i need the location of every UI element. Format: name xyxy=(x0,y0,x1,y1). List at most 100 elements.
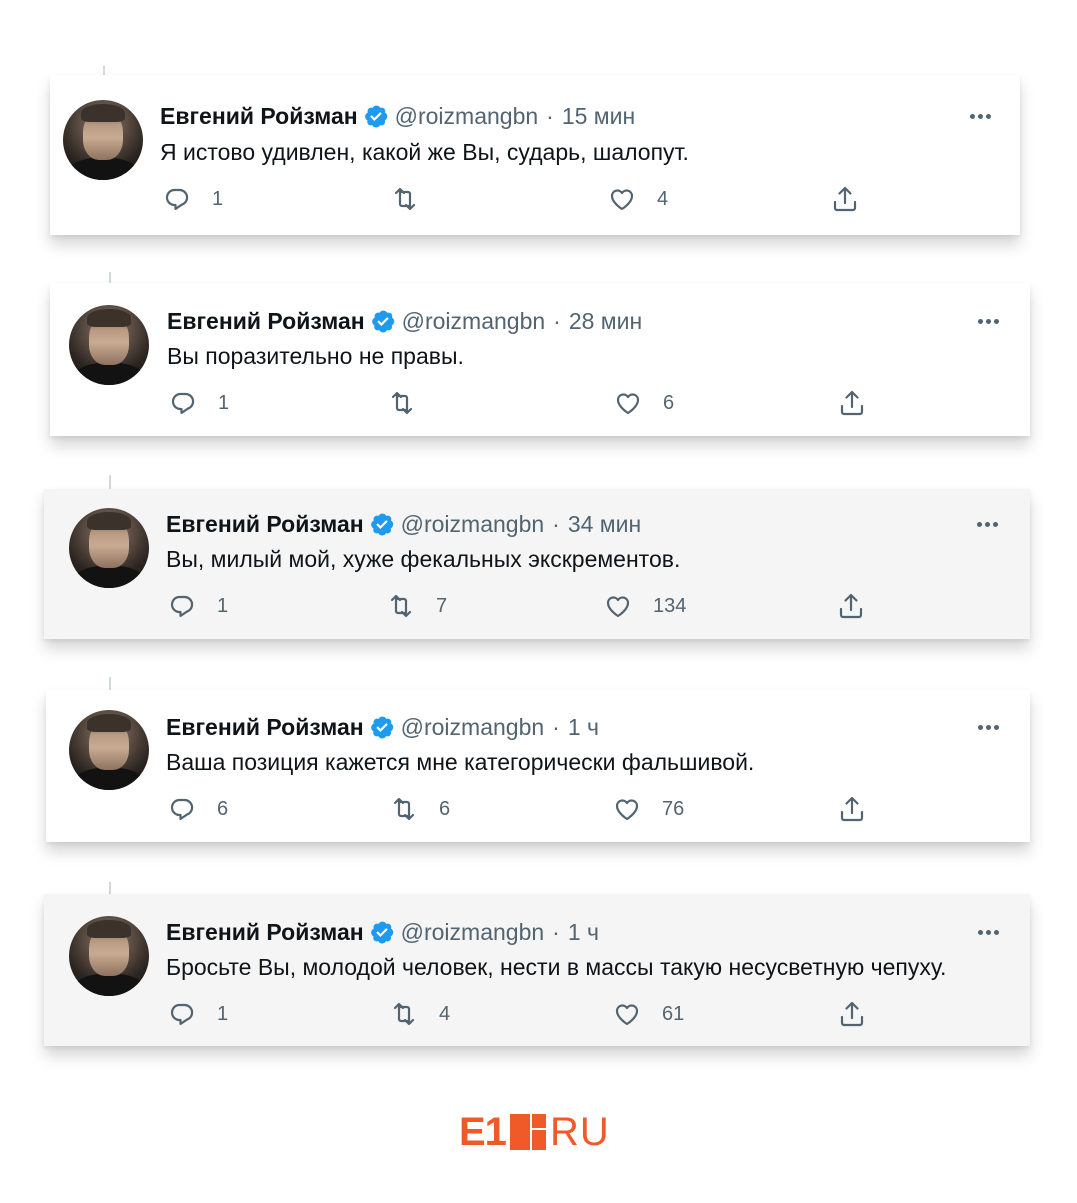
replies-count: 1 xyxy=(212,187,224,210)
share-button[interactable] xyxy=(837,794,887,824)
replies-count: 1 xyxy=(218,391,230,414)
logo-ru: RU xyxy=(549,1110,610,1154)
reply-button[interactable]: 1 xyxy=(168,388,229,418)
heart-icon xyxy=(615,799,639,821)
verified-badge-icon xyxy=(369,511,395,537)
share-icon xyxy=(833,186,857,212)
more-dots-icon[interactable] xyxy=(978,725,999,730)
retweet-button[interactable]: 6 xyxy=(389,794,450,824)
author-name[interactable]: Евгений Ройзман xyxy=(166,713,364,741)
tweet-header: Евгений Ройзман @roizmangbn · 34 мин xyxy=(166,510,641,538)
share-button[interactable] xyxy=(837,388,887,418)
logo-e1: E1 xyxy=(459,1110,507,1154)
tweet-text: Ваша позиция кажется мне категорически ф… xyxy=(166,749,755,775)
retweet-icon xyxy=(391,391,413,415)
tweet-timestamp[interactable]: 28 мин xyxy=(569,307,642,335)
retweet-icon xyxy=(393,797,415,821)
avatar-hair xyxy=(87,920,131,938)
author-name[interactable]: Евгений Ройзман xyxy=(167,307,365,335)
avatar-shirt xyxy=(67,158,139,180)
retweet-icon xyxy=(390,594,412,618)
share-button[interactable] xyxy=(830,184,880,214)
more-dots-icon[interactable] xyxy=(970,114,991,119)
verified-badge-icon xyxy=(363,103,389,129)
verified-badge-icon xyxy=(369,919,395,945)
like-button[interactable]: 61 xyxy=(612,999,684,1029)
like-button[interactable]: 134 xyxy=(603,591,686,621)
author-handle[interactable]: @roizmangbn xyxy=(401,918,545,946)
tweet-text: Я истово удивлен, какой же Вы, сударь, ш… xyxy=(160,139,689,165)
tweet-text: Бросьте Вы, молодой человек, нести в мас… xyxy=(166,954,947,980)
tweet-header: Евгений Ройзман @roizmangbn · 1 ч xyxy=(166,918,599,946)
author-handle[interactable]: @roizmangbn xyxy=(402,307,546,335)
avatar-shirt xyxy=(73,363,145,385)
reply-icon xyxy=(170,1003,194,1025)
author-name[interactable]: Евгений Ройзман xyxy=(160,102,358,130)
tweet-timestamp[interactable]: 15 мин xyxy=(562,102,635,130)
more-dots-icon[interactable] xyxy=(978,930,999,935)
avatar-hair xyxy=(87,512,131,530)
separator-dot: · xyxy=(552,511,560,537)
retweets-count: 7 xyxy=(436,594,448,617)
avatar-shirt xyxy=(73,768,145,790)
replies-count: 1 xyxy=(217,1002,229,1025)
author-handle[interactable]: @roizmangbn xyxy=(401,510,545,538)
heart-icon xyxy=(610,189,634,211)
retweet-button[interactable] xyxy=(387,388,437,418)
like-button[interactable]: 6 xyxy=(613,388,674,418)
retweet-button[interactable]: 7 xyxy=(386,591,447,621)
author-name[interactable]: Евгений Ройзман xyxy=(166,510,364,538)
share-button[interactable] xyxy=(836,591,886,621)
share-button[interactable] xyxy=(837,999,887,1029)
tweet-header: Евгений Ройзман @roizmangbn · 1 ч xyxy=(166,713,599,741)
reply-button[interactable]: 6 xyxy=(167,794,228,824)
avatar-hair xyxy=(81,104,125,122)
tweet-header: Евгений Ройзман @roizmangbn · 15 мин xyxy=(160,102,635,130)
avatar[interactable] xyxy=(63,100,143,180)
retweet-button[interactable]: 4 xyxy=(389,999,450,1029)
reply-button[interactable]: 1 xyxy=(162,184,223,214)
reply-button[interactable]: 1 xyxy=(167,591,228,621)
verified-badge-icon xyxy=(369,714,395,740)
like-button[interactable]: 76 xyxy=(612,794,684,824)
share-icon xyxy=(840,390,864,416)
tweet-timestamp[interactable]: 1 ч xyxy=(568,918,599,946)
tweet-timestamp[interactable]: 1 ч xyxy=(568,713,599,741)
author-name[interactable]: Евгений Ройзман xyxy=(166,918,364,946)
heart-icon xyxy=(606,596,630,618)
e1-logo: E1 RU xyxy=(459,1110,610,1154)
likes-count: 6 xyxy=(663,391,675,414)
tweet-timestamp[interactable]: 34 мин xyxy=(568,510,641,538)
replies-count: 6 xyxy=(217,797,229,820)
author-handle[interactable]: @roizmangbn xyxy=(395,102,539,130)
share-icon xyxy=(839,593,863,619)
retweet-icon xyxy=(394,187,416,211)
reply-icon xyxy=(170,798,194,820)
likes-count: 61 xyxy=(662,1002,685,1025)
avatar[interactable] xyxy=(69,508,149,588)
avatar-shirt xyxy=(73,974,145,996)
retweet-button[interactable] xyxy=(390,184,440,214)
separator-dot: · xyxy=(553,308,561,334)
reply-icon xyxy=(165,188,189,210)
verified-badge-icon xyxy=(370,308,396,334)
like-button[interactable]: 4 xyxy=(607,184,668,214)
share-icon xyxy=(840,796,864,822)
likes-count: 4 xyxy=(657,187,669,210)
retweets-count: 6 xyxy=(439,797,451,820)
more-dots-icon[interactable] xyxy=(977,522,998,527)
separator-dot: · xyxy=(546,103,554,129)
avatar-hair xyxy=(87,309,131,327)
likes-count: 134 xyxy=(653,594,687,617)
avatar-shirt xyxy=(73,566,145,588)
avatar[interactable] xyxy=(69,710,149,790)
logo-mark-icon xyxy=(509,1114,546,1150)
reply-icon xyxy=(171,392,195,414)
author-handle[interactable]: @roizmangbn xyxy=(401,713,545,741)
avatar[interactable] xyxy=(69,916,149,996)
avatar[interactable] xyxy=(69,305,149,385)
separator-dot: · xyxy=(552,714,560,740)
more-dots-icon[interactable] xyxy=(978,319,999,324)
share-icon xyxy=(840,1001,864,1027)
reply-button[interactable]: 1 xyxy=(167,999,228,1029)
